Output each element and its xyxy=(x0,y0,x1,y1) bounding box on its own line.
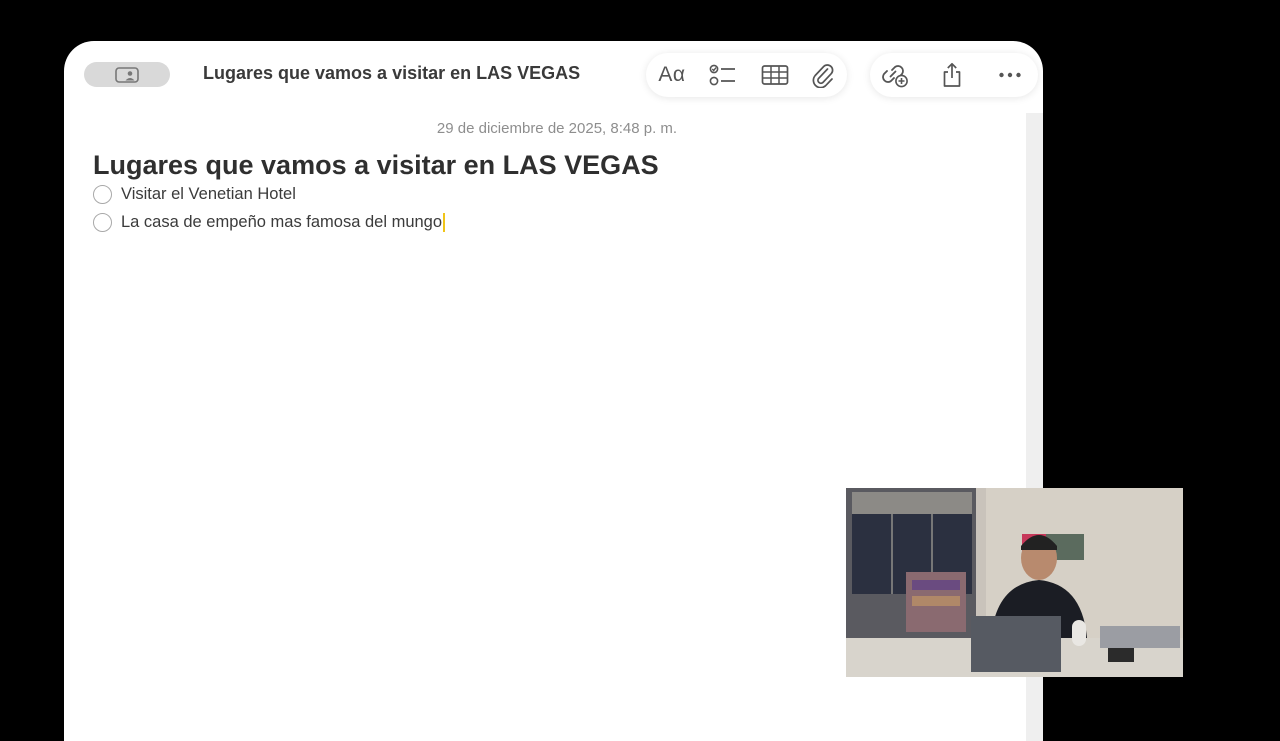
attachment-icon xyxy=(812,64,834,88)
more-icon xyxy=(999,72,1021,78)
note-heading[interactable]: Lugares que vamos a visitar en LAS VEGAS xyxy=(93,150,659,181)
table-button[interactable] xyxy=(755,53,795,97)
webcam-overlay xyxy=(846,488,1183,677)
checklist-icon xyxy=(709,64,735,86)
checklist-button[interactable] xyxy=(703,53,743,97)
attachment-button[interactable] xyxy=(803,53,843,97)
text-cursor xyxy=(443,212,446,232)
table-icon xyxy=(761,65,789,85)
format-text-button[interactable]: Aα xyxy=(652,53,692,97)
collaborate-button[interactable] xyxy=(875,53,915,97)
share-button[interactable] xyxy=(932,53,972,97)
checkbox-circle-icon[interactable] xyxy=(93,184,112,204)
toolbar: Lugares que vamos a visitar en LAS VEGAS… xyxy=(64,41,1043,111)
checklist-item[interactable]: Visitar el Venetian Hotel xyxy=(93,182,296,206)
share-toolbar-group xyxy=(870,53,1038,97)
window-title: Lugares que vamos a visitar en LAS VEGAS xyxy=(203,63,581,83)
sidebar-toggle-button[interactable] xyxy=(84,62,170,87)
collaborate-icon xyxy=(882,65,908,88)
checkbox-circle-icon[interactable] xyxy=(93,212,112,232)
format-toolbar-group: Aα xyxy=(646,53,847,97)
webcam-video-image xyxy=(846,488,1183,677)
share-icon xyxy=(943,62,961,87)
checklist-item[interactable]: La casa de empeño mas famosa del mungo xyxy=(93,210,446,234)
checklist-item-text[interactable]: Visitar el Venetian Hotel xyxy=(121,185,296,204)
sidebar-icon xyxy=(115,66,139,83)
checklist-item-text[interactable]: La casa de empeño mas famosa del mungo xyxy=(121,213,442,232)
note-date: 29 de diciembre de 2025, 8:48 p. m. xyxy=(436,120,678,137)
more-button[interactable] xyxy=(990,53,1030,97)
